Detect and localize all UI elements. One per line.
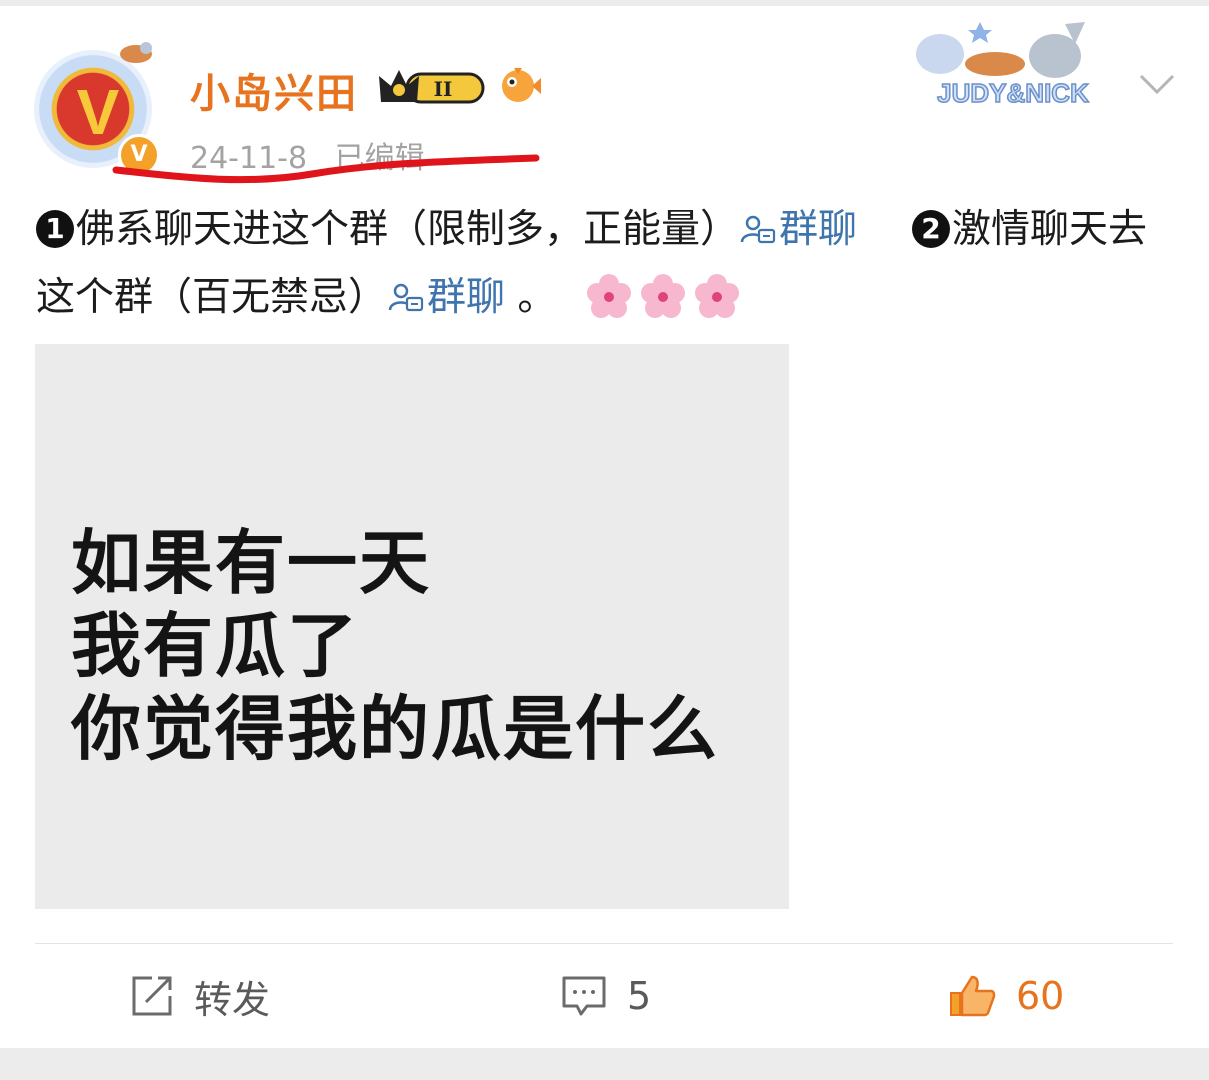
- group-chat-link-1[interactable]: 群聊: [739, 207, 857, 252]
- divider: [35, 943, 1173, 944]
- banner-text: JUDY&NICK: [937, 78, 1089, 108]
- repost-button[interactable]: 转发: [130, 966, 270, 1026]
- thumbs-up-icon: [950, 975, 996, 1017]
- image-caption: 如果有一天 我有瓜了 你觉得我的瓜是什么: [71, 522, 719, 770]
- fish-icon: [502, 68, 541, 102]
- chevron-down-icon[interactable]: [1135, 66, 1179, 102]
- comment-button[interactable]: 5: [561, 966, 651, 1026]
- group-chat-link-1-label: 群聊: [779, 207, 858, 252]
- post-text-ending: 。: [505, 275, 557, 320]
- post-text-part1: 佛系聊天进这个群（限制多，正能量）: [76, 207, 740, 252]
- crown-level-icon[interactable]: II: [377, 66, 487, 108]
- avatar-decoration-icon: [120, 42, 152, 63]
- post-card: V V 小岛兴田 II 24-11-8 已编辑 JUDY&NICK 1 佛系聊天…: [0, 6, 1209, 1048]
- post-text: 1 佛系聊天进这个群（限制多，正能量） 群聊 2 激情聊天去这个群（百无禁忌） 群聊 。: [36, 196, 1186, 332]
- judy-nick-banner: JUDY&NICK: [916, 22, 1090, 109]
- group-chat-icon: [388, 283, 424, 312]
- red-underline-annotation: [112, 154, 540, 184]
- group-chat-icon: [740, 215, 776, 244]
- repost-icon: [132, 976, 172, 1016]
- cherry-blossom-icon: [587, 274, 632, 318]
- number-1-icon: 1: [36, 210, 74, 248]
- post-image[interactable]: 如果有一天 我有瓜了 你觉得我的瓜是什么: [35, 344, 789, 909]
- cherry-blossom-icon: [641, 274, 686, 318]
- comment-count: 5: [627, 974, 652, 1018]
- level-badge-text: II: [434, 77, 453, 101]
- vip-v-icon: V: [76, 76, 120, 148]
- group-chat-link-2-label: 群聊: [427, 275, 506, 320]
- comment-icon: [562, 976, 606, 1016]
- repost-label: 转发: [194, 977, 271, 1022]
- username[interactable]: 小岛兴田: [190, 61, 358, 119]
- group-chat-link-2[interactable]: 群聊: [387, 275, 505, 320]
- like-button[interactable]: 60: [948, 966, 1064, 1026]
- number-2-icon: 2: [912, 210, 951, 248]
- like-count: 60: [1016, 974, 1065, 1018]
- cherry-blossom-icon: [695, 274, 740, 318]
